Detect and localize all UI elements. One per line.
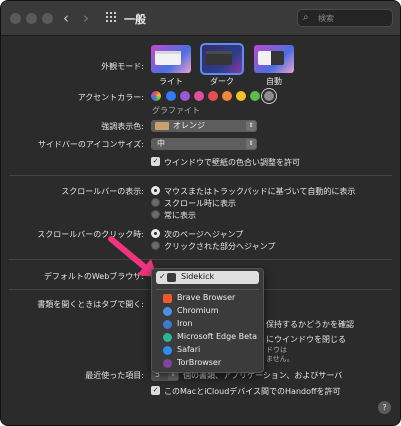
recent-items-label: 最近使った項目: — [85, 371, 144, 380]
checkmark-icon: ✓ — [159, 272, 166, 281]
accent-label: アクセントカラー: — [77, 93, 144, 102]
menu-item-label: Iron — [177, 319, 193, 328]
close-windows-label: にウインドウを閉じる — [266, 335, 346, 344]
brave-icon — [163, 294, 172, 303]
restore-note-2: ません。 — [266, 355, 294, 363]
menu-item-brave[interactable]: Brave Browser — [152, 292, 263, 305]
accent-color-swatch[interactable] — [264, 91, 274, 101]
chromium-icon — [163, 307, 172, 316]
handoff-checkbox[interactable]: ✓ — [151, 386, 160, 395]
zoom-button[interactable] — [42, 13, 53, 24]
appearance-light-label: ライト — [159, 77, 183, 86]
appearance-dark-label: ダーク — [210, 77, 234, 86]
menu-item-label: Chromium — [177, 306, 219, 315]
window-title: 一般 — [124, 13, 146, 26]
tint-checkbox[interactable]: ✓ — [151, 157, 160, 166]
accent-color-swatch[interactable] — [208, 91, 218, 101]
click-spot-label: クリックされた部分へジャンプ — [164, 242, 276, 251]
scrollbar-always-label: 常に表示 — [164, 211, 196, 220]
search-placeholder: 検索 — [318, 14, 334, 23]
menu-item-safari[interactable]: Safari — [152, 344, 263, 357]
menu-item-label: Brave Browser — [177, 293, 236, 302]
appearance-light-thumb[interactable] — [151, 45, 191, 73]
accent-color-swatch[interactable] — [236, 91, 246, 101]
scrollbar-scrolling-radio[interactable] — [151, 198, 160, 207]
title-bar: ‹ › 一般 ⌕ 検索 — [1, 1, 400, 36]
sidebar-icon-label: サイドバーのアイコンサイズ: — [37, 140, 144, 149]
accent-color-swatch[interactable] — [180, 91, 190, 101]
scrollbar-label: スクロールバーの表示: — [61, 187, 144, 196]
sidebar-icon-popup[interactable]: 中 ⇕ — [151, 138, 257, 150]
appearance-auto-label: 自動 — [266, 77, 282, 86]
menu-item-label: Safari — [177, 345, 201, 354]
highlight-popup[interactable]: オレンジ ⇕ — [151, 120, 257, 132]
accent-color-swatch[interactable] — [194, 91, 204, 101]
menu-item-edge-beta[interactable]: Microsoft Edge Beta — [152, 331, 263, 344]
tint-label: ウインドウで壁紙の色合い調整を許可 — [164, 158, 300, 167]
scrollbar-scrolling-label: スクロール時に表示 — [164, 199, 236, 208]
menu-divider — [156, 289, 259, 290]
appearance-auto-thumb[interactable] — [254, 45, 294, 73]
browser-selected-item[interactable]: ✓ Sidekick — [156, 271, 259, 284]
divider — [9, 259, 392, 260]
forward-button[interactable]: › — [83, 8, 89, 28]
help-button[interactable]: ? — [378, 401, 391, 414]
browser-selected-label: Sidekick — [181, 272, 215, 281]
menu-item-label: TorBrowser — [177, 358, 222, 367]
minimize-button[interactable] — [26, 13, 37, 24]
appearance-dark-thumb[interactable] — [200, 43, 244, 75]
highlight-value: オレンジ — [173, 121, 205, 130]
popup-arrow-icon: ⇕ — [246, 121, 256, 131]
appearance-label: 外観モード: — [101, 62, 144, 71]
accent-caption: グラファイト — [152, 106, 200, 115]
edge-icon — [163, 333, 172, 342]
menu-item-label: Microsoft Edge Beta — [177, 332, 258, 341]
accent-color-swatch[interactable] — [222, 91, 232, 101]
menu-item-chromium[interactable]: Chromium — [152, 305, 263, 318]
menu-item-torbrowser[interactable]: TorBrowser — [152, 357, 263, 370]
popup-arrow-icon: ⇕ — [246, 139, 256, 149]
divider — [9, 175, 392, 176]
sidekick-icon — [167, 273, 176, 282]
click-next-page-label: 次のページへジャンプ — [164, 230, 244, 239]
prefer-tabs-label: 書類を開くときはタブで開く: — [37, 300, 144, 309]
search-icon: ⌕ — [303, 12, 309, 23]
search-field[interactable]: ⌕ 検索 — [297, 9, 393, 27]
handoff-label: このMacとiCloudデバイス間でのHandoffを許可 — [164, 387, 341, 396]
scrollbar-auto-label: マウスまたはトラックパッドに基づいて自動的に表示 — [164, 187, 356, 196]
highlight-swatch — [155, 122, 169, 130]
iron-icon — [163, 320, 172, 329]
accent-color-swatch[interactable] — [250, 91, 260, 101]
show-all-grid-icon[interactable] — [106, 12, 118, 24]
ask-keep-changes-label: 保持するかどうかを確認 — [266, 320, 354, 329]
browser-dropdown-menu: ✓ Sidekick Brave Browser Chromium Iron M… — [151, 268, 264, 373]
accent-color-swatch[interactable] — [166, 91, 176, 101]
sidebar-icon-value: 中 — [157, 139, 165, 148]
back-button[interactable]: ‹ — [63, 8, 69, 28]
scrollbar-always-radio[interactable] — [151, 210, 160, 219]
preferences-window: ‹ › 一般 ⌕ 検索 外観モード: ライト ダーク 自動 アクセントカラー: … — [0, 0, 401, 426]
menu-item-iron[interactable]: Iron — [152, 318, 263, 331]
scrollbar-auto-radio[interactable] — [151, 186, 160, 195]
accent-multicolor-swatch[interactable] — [151, 91, 161, 101]
highlight-label: 強調表示色: — [101, 122, 144, 131]
close-button[interactable] — [10, 13, 21, 24]
safari-icon — [163, 346, 172, 355]
torbrowser-icon — [163, 359, 172, 368]
